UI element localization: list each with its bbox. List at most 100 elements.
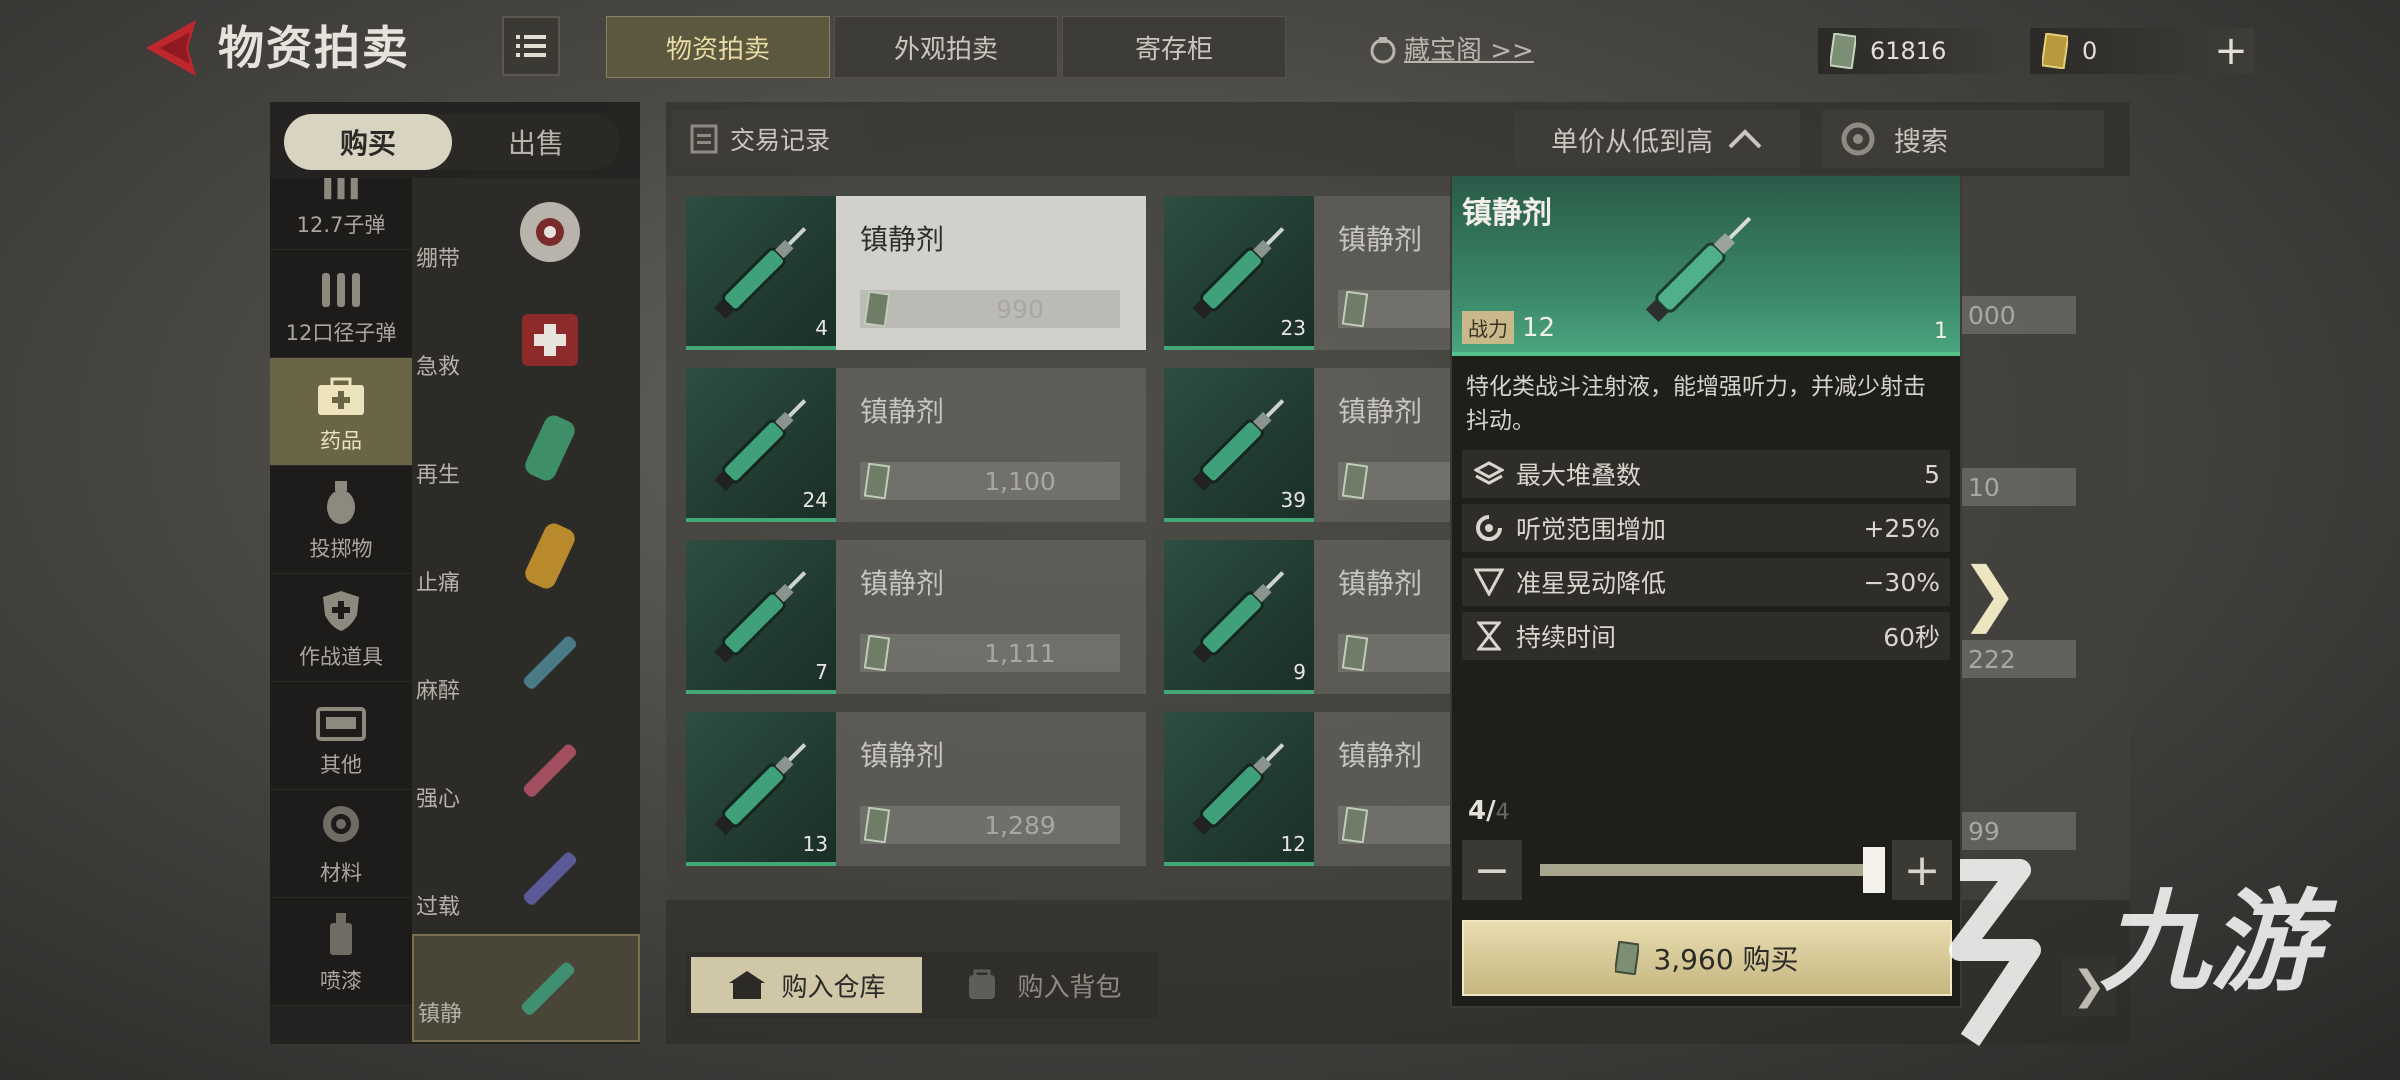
item-price: 1,100 bbox=[984, 466, 1056, 496]
trade-history-button[interactable]: 交易记录 bbox=[672, 110, 866, 168]
item-count: 4 bbox=[815, 316, 828, 340]
subcategory-item-regen[interactable]: 再生 bbox=[412, 394, 640, 502]
category-item-materials[interactable]: 材料 bbox=[270, 790, 412, 898]
category-item-spray[interactable]: 喷漆 bbox=[270, 898, 412, 1006]
shield-icon bbox=[323, 591, 359, 631]
cash-icon bbox=[864, 291, 890, 327]
back-arrow-icon[interactable] bbox=[140, 18, 210, 78]
subcategory-item-bandage[interactable]: 绷带 bbox=[412, 178, 640, 286]
painkiller-canister-icon bbox=[525, 523, 575, 589]
subcategory-item-first-aid[interactable]: 急救 bbox=[412, 286, 640, 394]
subcategory-item-anesthetic[interactable]: 麻醉 bbox=[412, 610, 640, 718]
gear-icon bbox=[323, 806, 359, 842]
regen-canister-icon bbox=[525, 415, 575, 481]
stat-row: 准星晃动降低 −30% bbox=[1462, 558, 1950, 606]
listing-card[interactable]: 13 镇静剂 1,289 bbox=[686, 712, 1146, 866]
cash-icon bbox=[1342, 291, 1368, 327]
item-detail-popup: 镇静剂 战力 12 1 特化类战斗注射液，能增强听力，并减少射击抖动。 最大堆叠… bbox=[1450, 174, 1962, 1008]
item-name: 镇静剂 bbox=[1338, 567, 1423, 600]
item-name: 镇静剂 bbox=[1338, 223, 1423, 256]
cash-icon bbox=[1342, 635, 1368, 671]
listing-body: 镇静剂 990 bbox=[836, 196, 1146, 350]
stat-row: 最大堆叠数 5 bbox=[1462, 450, 1950, 498]
subcategory-item-overload[interactable]: 过载 bbox=[412, 826, 640, 934]
gold-amount: 0 bbox=[2082, 37, 2098, 65]
quantity-slider[interactable] bbox=[1540, 847, 1885, 893]
cash-amount: 61816 bbox=[1870, 37, 1947, 65]
menu-button[interactable] bbox=[502, 16, 560, 76]
price-bar: 1,111 bbox=[860, 634, 1120, 672]
category-item-127-ammo[interactable]: 12.7子弹 bbox=[270, 178, 412, 250]
stat-value: +25% bbox=[1863, 513, 1940, 543]
subcategory-list: 绷带 急救 再生 止痛 麻醉 强心 过载 镇静 bbox=[412, 178, 640, 1042]
category-label: 药品 bbox=[320, 429, 362, 453]
svg-text:九游: 九游 bbox=[2100, 878, 2338, 1006]
item-count: 9 bbox=[1293, 660, 1306, 684]
item-thumbnail: 23 bbox=[1164, 196, 1314, 350]
item-stats: 最大堆叠数 5 听觉范围增加 +25% 准星晃动降低 −30% 持续时间 60秒 bbox=[1462, 450, 1950, 660]
purchase-destination-toggle: 购入仓库 购入背包 bbox=[686, 952, 1158, 1018]
subcategory-item-sedative[interactable]: 镇静 bbox=[412, 934, 640, 1042]
search-placeholder: 搜索 bbox=[1894, 126, 1948, 158]
cash-icon bbox=[864, 807, 890, 843]
stat-value: −30% bbox=[1863, 567, 1940, 597]
stat-row: 听觉范围增加 +25% bbox=[1462, 504, 1950, 552]
partial-price: 10 bbox=[1962, 468, 2076, 506]
item-name: 镇静剂 bbox=[860, 739, 945, 772]
item-detail-title: 镇静剂 bbox=[1462, 196, 1552, 231]
stat-label: 持续时间 bbox=[1516, 623, 1617, 652]
category-label: 材料 bbox=[320, 861, 362, 885]
tab-skin-auction[interactable]: 外观拍卖 bbox=[834, 16, 1058, 78]
subcategory-item-cardiac[interactable]: 强心 bbox=[412, 718, 640, 826]
category-label: 12.7子弹 bbox=[296, 213, 386, 237]
sort-label: 单价从低到高 bbox=[1551, 126, 1713, 158]
buy-to-backpack-tab[interactable]: 购入背包 bbox=[927, 952, 1158, 1018]
tab-storage[interactable]: 寄存柜 bbox=[1062, 16, 1286, 78]
category-item-combat-gear[interactable]: 作战道具 bbox=[270, 574, 412, 682]
cash-icon bbox=[1830, 33, 1856, 69]
item-name: 镇静剂 bbox=[1338, 739, 1423, 772]
combat-power: 战力 12 bbox=[1462, 311, 1555, 344]
medkit-icon bbox=[318, 377, 364, 415]
item-name: 镇静剂 bbox=[860, 223, 945, 256]
tab-item-auction[interactable]: 物资拍卖 bbox=[606, 16, 830, 78]
listing-card[interactable]: 4 镇静剂 990 bbox=[686, 196, 1146, 350]
decrease-button[interactable]: − bbox=[1462, 840, 1522, 900]
buy-button[interactable]: 3,960 购买 bbox=[1462, 920, 1952, 996]
item-price: 1,111 bbox=[984, 638, 1056, 668]
item-thumbnail: 12 bbox=[1164, 712, 1314, 866]
search-input[interactable]: 搜索 bbox=[1822, 110, 2104, 168]
chevron-right-icon[interactable]: ❯ bbox=[1960, 552, 2019, 634]
slider-handle[interactable] bbox=[1863, 847, 1885, 893]
category-item-12g-ammo[interactable]: 12口径子弹 bbox=[270, 250, 412, 358]
category-label: 其他 bbox=[320, 753, 362, 777]
add-currency-button[interactable]: + bbox=[2206, 28, 2256, 74]
stat-row: 持续时间 60秒 bbox=[1462, 612, 1950, 660]
listing-body: 镇静剂 1,100 bbox=[836, 368, 1146, 522]
item-description: 特化类战斗注射液，能增强听力，并减少射击抖动。 bbox=[1466, 374, 1926, 434]
treasure-pavilion-link[interactable]: 藏宝阁 >> bbox=[1368, 30, 1534, 67]
treasure-icon bbox=[1370, 36, 1396, 63]
category-item-medicine[interactable]: 药品 bbox=[270, 358, 412, 466]
category-item-other[interactable]: 其他 bbox=[270, 682, 412, 790]
item-count: 7 bbox=[815, 660, 828, 684]
quantity-selected: 4/ bbox=[1468, 796, 1496, 826]
buy-sell-toggle: 购买 出售 bbox=[284, 114, 620, 170]
power-badge: 战力 bbox=[1462, 311, 1514, 344]
buy-to-warehouse-tab[interactable]: 购入仓库 bbox=[691, 957, 922, 1013]
listing-card[interactable]: 7 镇静剂 1,111 bbox=[686, 540, 1146, 694]
subcategory-label: 过载 bbox=[416, 895, 461, 920]
buy-tab[interactable]: 购买 bbox=[284, 114, 452, 170]
sedative-syringe-icon bbox=[521, 962, 575, 1015]
item-price: 1,289 bbox=[984, 810, 1056, 840]
item-name: 镇静剂 bbox=[1338, 395, 1423, 428]
category-item-throwables[interactable]: 投掷物 bbox=[270, 466, 412, 574]
listing-card[interactable]: 24 镇静剂 1,100 bbox=[686, 368, 1146, 522]
anesthetic-syringe-icon bbox=[523, 636, 577, 689]
sell-tab[interactable]: 出售 bbox=[452, 114, 620, 170]
subcategory-item-painkiller[interactable]: 止痛 bbox=[412, 502, 640, 610]
subcategory-label: 强心 bbox=[416, 787, 461, 812]
sort-dropdown[interactable]: 单价从低到高 bbox=[1514, 110, 1800, 168]
cash-icon bbox=[1342, 463, 1368, 499]
item-thumbnail: 7 bbox=[686, 540, 836, 694]
